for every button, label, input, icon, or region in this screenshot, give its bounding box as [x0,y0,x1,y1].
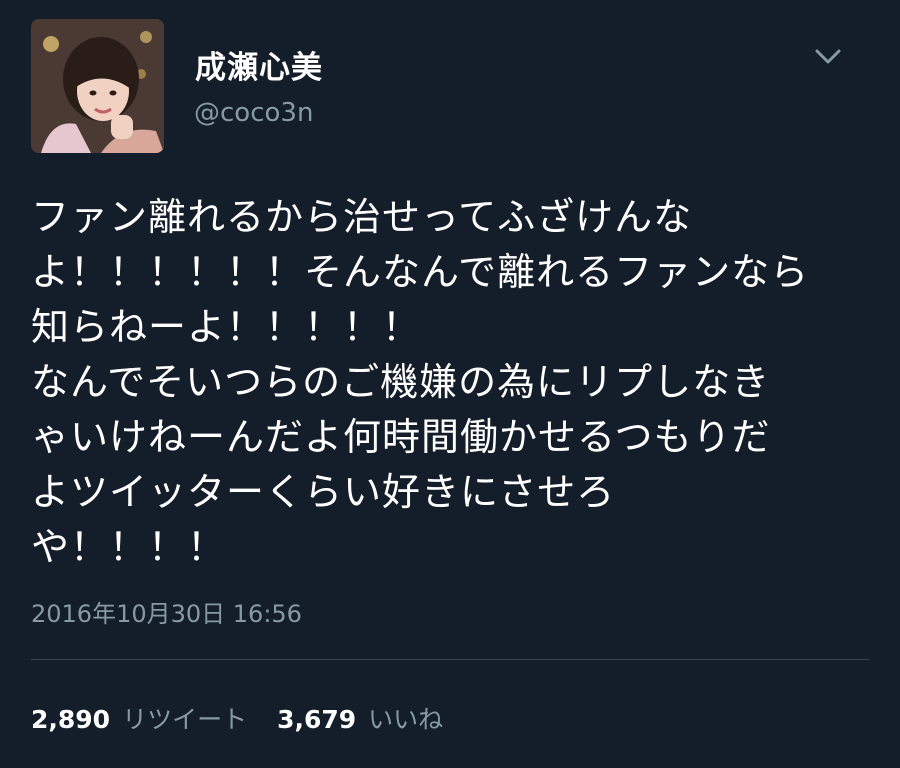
tweet-text: ファン離れるから治せってふざけんな よ！！！！！！そんなんで離れるファンなら 知… [31,195,810,569]
tweet-detail: 成瀬心美 @coco3n ファン離れるから治せってふざけんな よ！！！！！！そん… [0,0,900,768]
tweet-stats: 2,890 リツイート 3,679 いいね [31,700,473,736]
likes-label[interactable]: いいね [368,700,443,736]
retweets-count[interactable]: 2,890 [31,705,110,734]
display-name[interactable]: 成瀬心美 [195,42,323,87]
divider [31,659,869,660]
tweet-timestamp[interactable]: 2016年10月30日 16:56 [31,594,302,629]
retweets-label[interactable]: リツイート [122,700,247,736]
avatar[interactable] [31,19,164,153]
likes-count[interactable]: 3,679 [277,705,356,734]
chevron-down-icon[interactable] [812,44,844,68]
user-handle[interactable]: @coco3n [194,98,313,128]
